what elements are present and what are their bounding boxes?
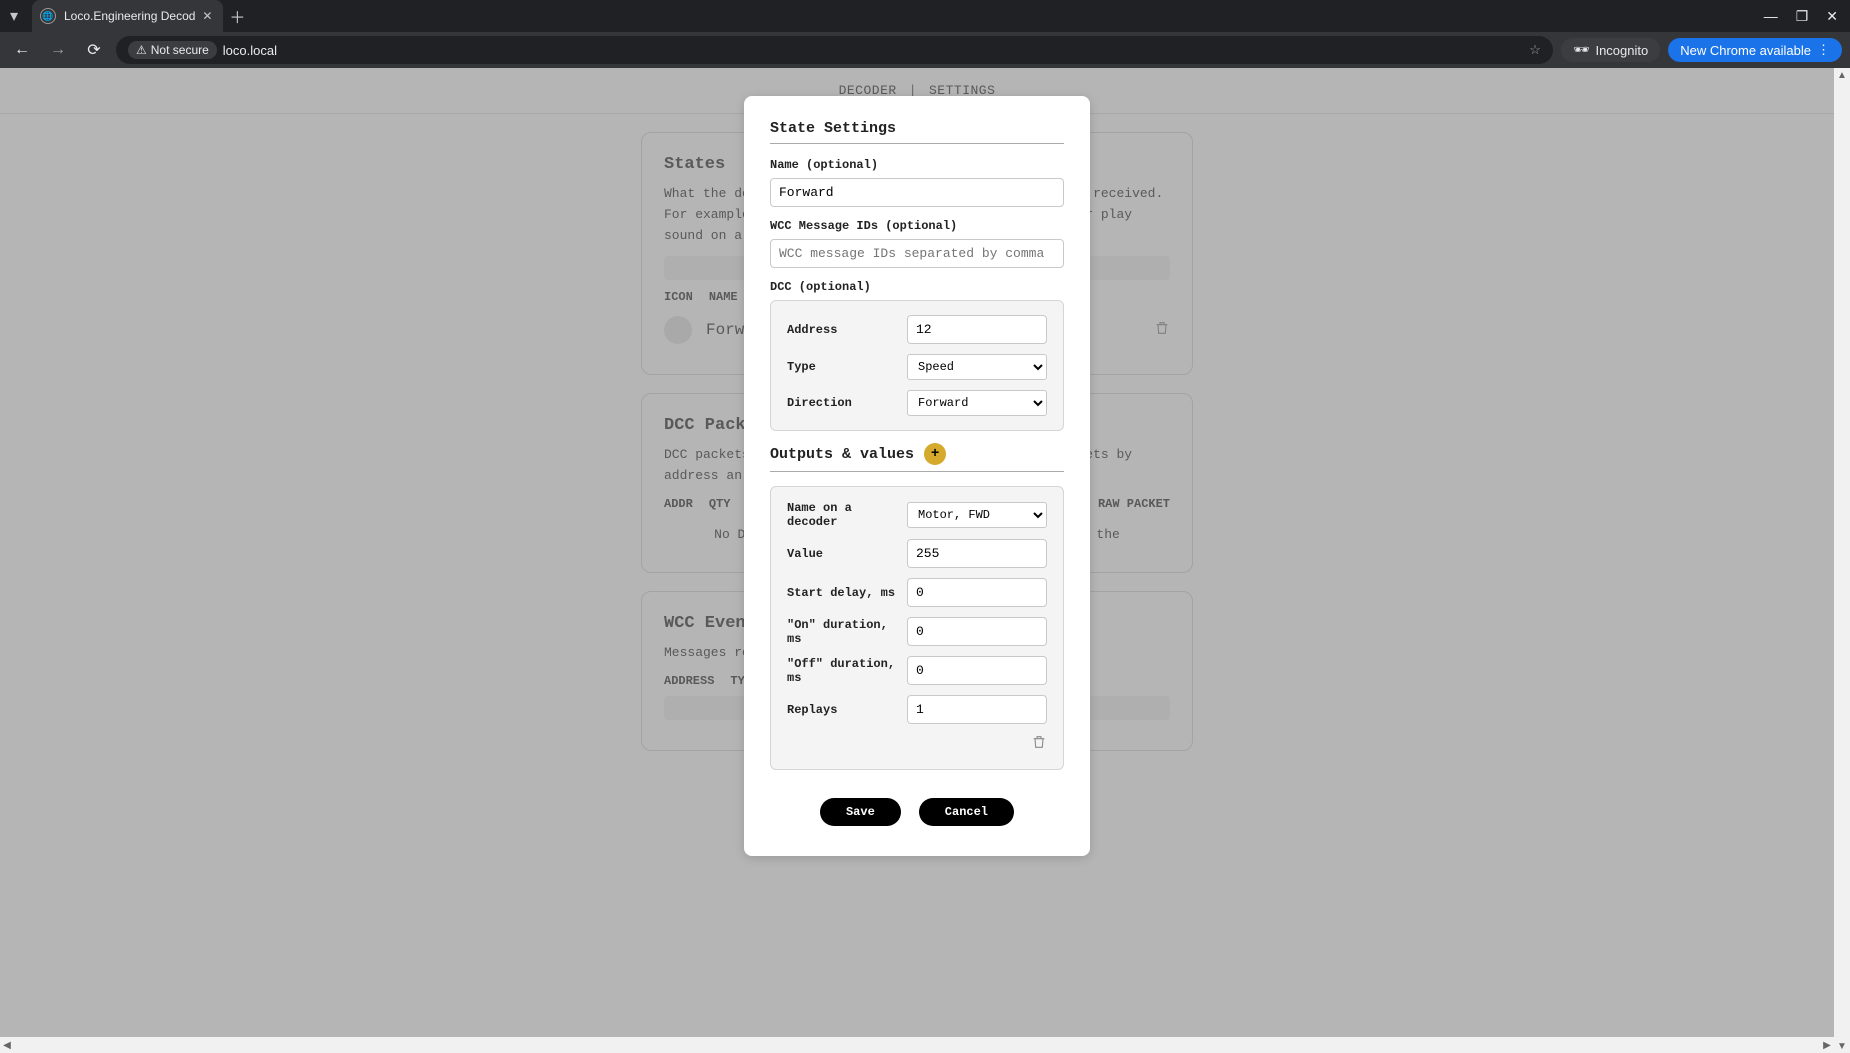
out-value-label: Value [787, 547, 907, 561]
name-input[interactable] [770, 178, 1064, 207]
tabs-dropdown-icon[interactable]: ▾ [0, 6, 28, 26]
dcc-direction-select[interactable]: Forward [907, 390, 1047, 416]
scroll-down-icon[interactable]: ▼ [1837, 1039, 1847, 1053]
close-icon[interactable]: ✕ [199, 8, 215, 24]
browser-tab[interactable]: 🌐 Loco.Engineering Decod ✕ [32, 0, 223, 32]
out-off-input[interactable] [907, 656, 1047, 685]
output-subpanel: Name on a decoder Motor, FWD Value Start… [770, 486, 1064, 770]
horizontal-scrollbar[interactable]: ◀ ▶ [0, 1037, 1834, 1053]
out-start-label: Start delay, ms [787, 586, 907, 600]
delete-output-button[interactable] [1031, 734, 1047, 755]
window-controls: — ❐ ✕ [1764, 8, 1850, 25]
wcc-ids-input[interactable] [770, 239, 1064, 268]
viewport: DECODER | SETTINGS States What the decod… [0, 68, 1850, 1053]
browser-titlebar: ▾ 🌐 Loco.Engineering Decod ✕ ＋ — ❐ ✕ [0, 0, 1850, 32]
back-button[interactable]: ← [8, 36, 36, 64]
page-content: DECODER | SETTINGS States What the decod… [0, 68, 1834, 1037]
out-name-label: Name on a decoder [787, 501, 907, 529]
save-button[interactable]: Save [820, 798, 901, 826]
security-chip[interactable]: ⚠ Not secure [128, 41, 217, 59]
cancel-button[interactable]: Cancel [919, 798, 1014, 826]
dcc-address-input[interactable] [907, 315, 1047, 344]
address-bar[interactable]: ⚠ Not secure loco.local ☆ [116, 36, 1553, 64]
add-output-button[interactable]: + [924, 443, 946, 465]
scroll-left-icon[interactable]: ◀ [0, 1040, 14, 1051]
modal-title: State Settings [770, 120, 1064, 144]
scroll-right-icon[interactable]: ▶ [1820, 1040, 1834, 1051]
update-chrome-button[interactable]: New Chrome available ⋮ [1668, 38, 1842, 62]
new-tab-button[interactable]: ＋ [223, 0, 251, 32]
maximize-icon[interactable]: ❐ [1796, 8, 1809, 25]
out-value-input[interactable] [907, 539, 1047, 568]
state-settings-modal: State Settings Name (optional) WCC Messa… [744, 96, 1090, 856]
update-label: New Chrome available [1680, 43, 1811, 58]
dcc-type-label: Type [787, 360, 907, 374]
globe-icon: 🌐 [40, 8, 56, 24]
out-start-input[interactable] [907, 578, 1047, 607]
url-text: loco.local [223, 43, 277, 58]
incognito-label: Incognito [1595, 43, 1648, 58]
dcc-subpanel: Address Type Speed Direction Forward [770, 300, 1064, 431]
reload-button[interactable]: ⟳ [80, 36, 108, 64]
dcc-address-label: Address [787, 323, 907, 337]
outputs-title: Outputs & values + [770, 443, 1064, 472]
wcc-ids-label: WCC Message IDs (optional) [770, 219, 1064, 233]
browser-toolbar: ← → ⟳ ⚠ Not secure loco.local ☆ 🕶 Incogn… [0, 32, 1850, 68]
outputs-title-text: Outputs & values [770, 446, 914, 463]
dcc-section-label: DCC (optional) [770, 280, 1064, 294]
out-on-input[interactable] [907, 617, 1047, 646]
bookmark-star-icon[interactable]: ☆ [1529, 42, 1541, 58]
security-label: Not secure [151, 43, 209, 57]
more-icon: ⋮ [1817, 42, 1830, 58]
vertical-scrollbar[interactable]: ▲ ▼ [1834, 68, 1850, 1053]
scroll-up-icon[interactable]: ▲ [1837, 68, 1847, 82]
trash-icon [1031, 734, 1047, 750]
window-close-icon[interactable]: ✕ [1826, 8, 1838, 25]
name-label: Name (optional) [770, 158, 1064, 172]
tab-title: Loco.Engineering Decod [64, 9, 195, 23]
dcc-type-select[interactable]: Speed [907, 354, 1047, 380]
warning-icon: ⚠ [136, 43, 147, 57]
forward-button[interactable]: → [44, 36, 72, 64]
out-on-label: "On" duration, ms [787, 618, 907, 646]
dcc-direction-label: Direction [787, 396, 907, 410]
minimize-icon[interactable]: — [1764, 8, 1778, 24]
out-replays-label: Replays [787, 703, 907, 717]
out-replays-input[interactable] [907, 695, 1047, 724]
out-name-select[interactable]: Motor, FWD [907, 502, 1047, 528]
incognito-icon: 🕶 [1573, 42, 1590, 58]
out-off-label: "Off" duration, ms [787, 657, 907, 685]
incognito-indicator[interactable]: 🕶 Incognito [1561, 38, 1660, 62]
